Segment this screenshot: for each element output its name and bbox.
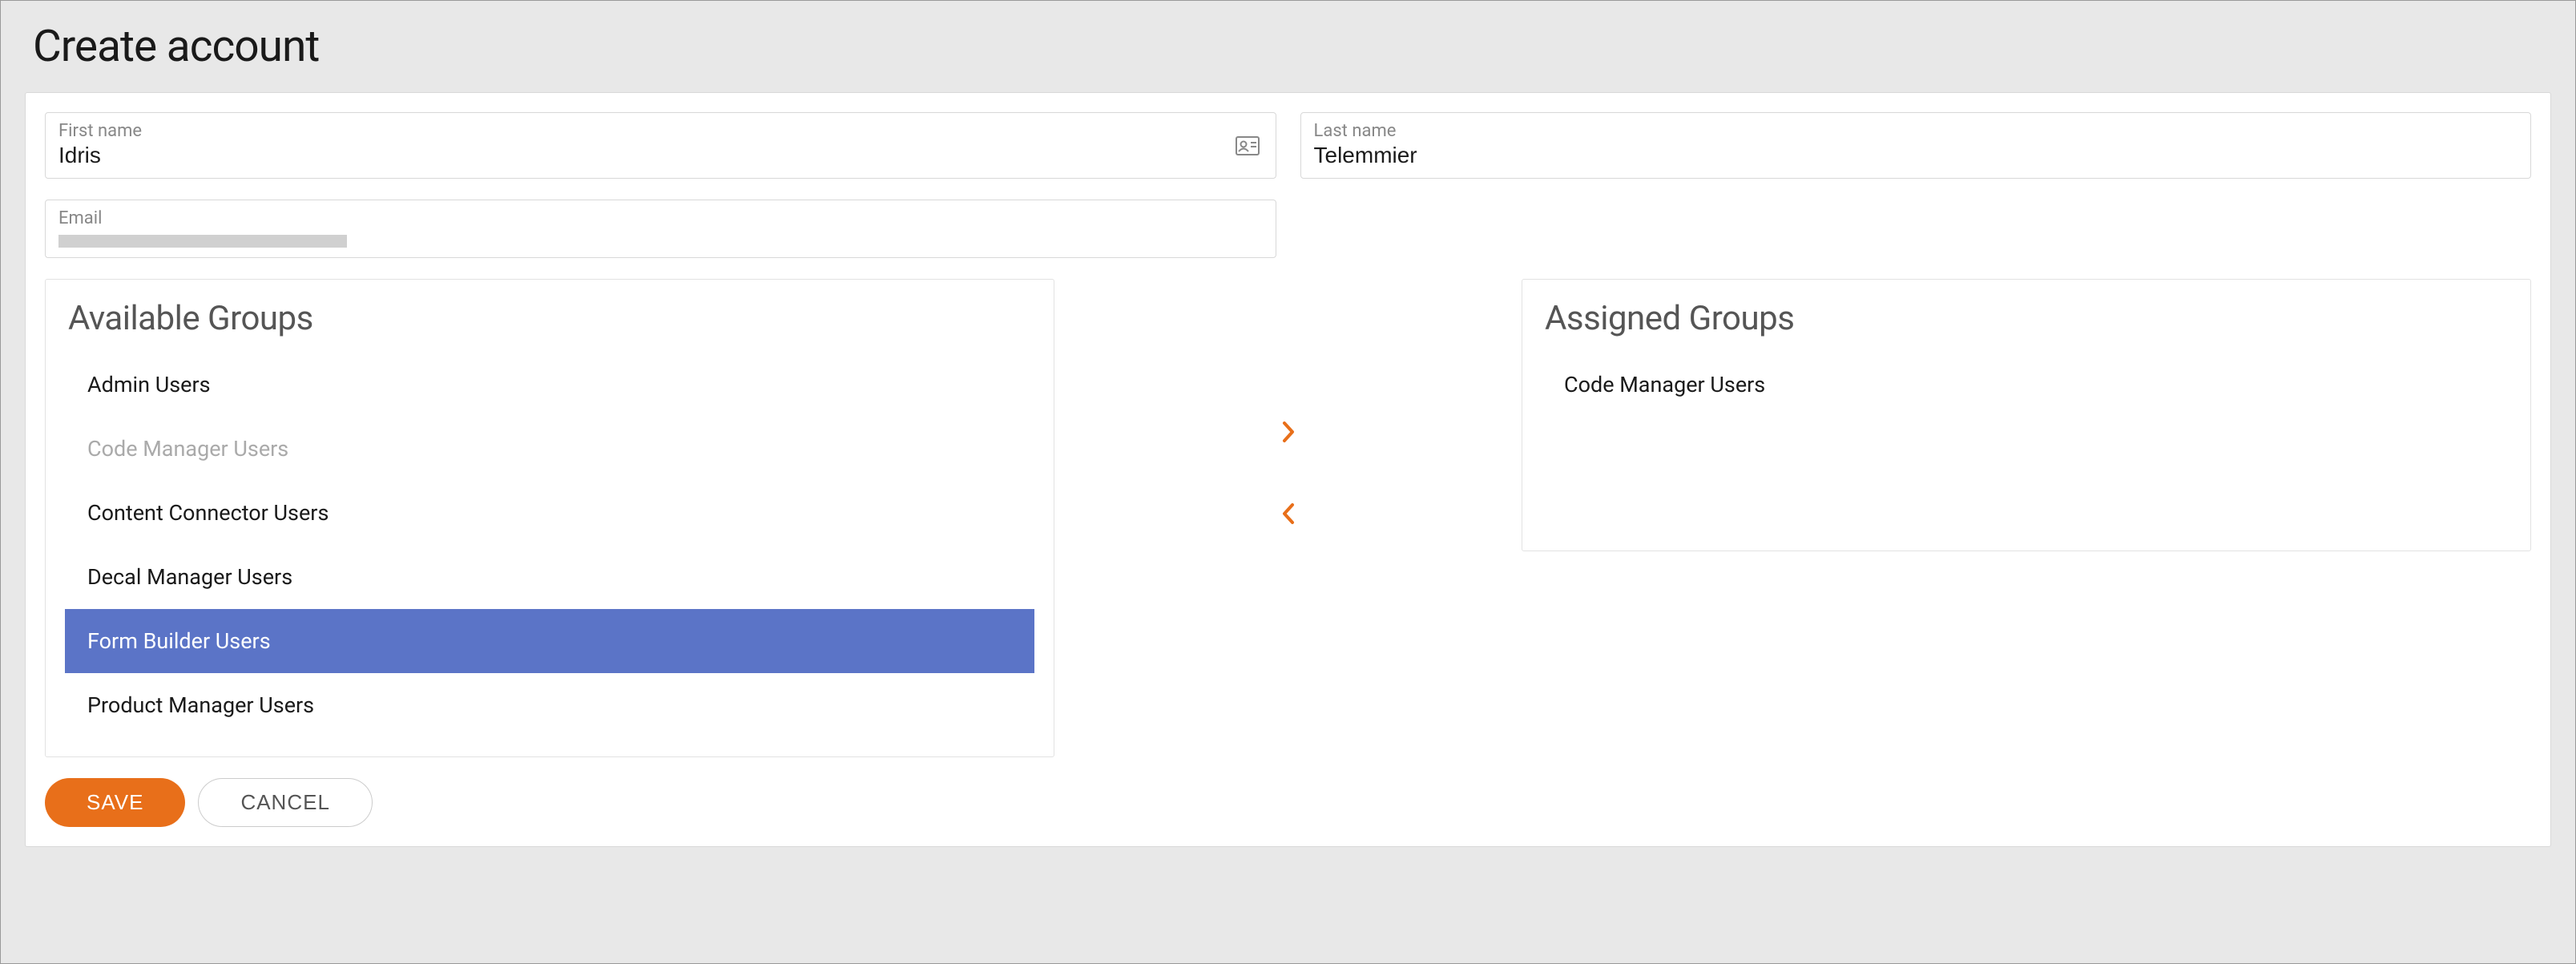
available-groups-box: Available Groups Admin UsersCode Manager… xyxy=(45,279,1054,757)
available-group-item[interactable]: Code Manager Users xyxy=(46,417,1054,481)
assigned-group-item[interactable]: Code Manager Users xyxy=(1522,353,2530,417)
email-field[interactable]: Email xyxy=(45,200,1276,258)
buttons-row: SAVE CANCEL xyxy=(45,778,2531,827)
chevron-right-icon xyxy=(1280,420,1297,444)
form-container: First name Last name E xyxy=(25,92,2551,847)
assigned-groups-title: Assigned Groups xyxy=(1522,299,2530,353)
groups-row: Available Groups Admin UsersCode Manager… xyxy=(45,279,2531,757)
email-row: Email xyxy=(45,200,2531,258)
save-button[interactable]: SAVE xyxy=(45,778,185,827)
available-group-item[interactable]: Form Builder Users xyxy=(65,609,1034,673)
transfer-controls xyxy=(1054,279,1522,530)
last-name-field[interactable]: Last name xyxy=(1300,112,2532,179)
first-name-field[interactable]: First name xyxy=(45,112,1276,179)
available-group-item[interactable]: Decal Manager Users xyxy=(46,545,1054,609)
cancel-button[interactable]: CANCEL xyxy=(198,778,372,827)
assigned-groups-box: Assigned Groups Code Manager Users xyxy=(1522,279,2531,551)
first-name-input[interactable] xyxy=(58,143,1263,168)
available-groups-title: Available Groups xyxy=(46,299,1054,353)
move-right-button[interactable] xyxy=(1275,415,1302,449)
available-groups-list: Admin UsersCode Manager UsersContent Con… xyxy=(46,353,1054,737)
move-left-button[interactable] xyxy=(1275,497,1302,530)
last-name-label: Last name xyxy=(1314,121,2518,141)
chevron-left-icon xyxy=(1280,502,1297,526)
create-account-panel: Create account First name Last name xyxy=(0,0,2576,964)
email-label: Email xyxy=(58,208,1263,228)
available-group-item[interactable]: Product Manager Users xyxy=(46,673,1054,737)
name-row: First name Last name xyxy=(45,112,2531,179)
available-group-item[interactable]: Admin Users xyxy=(46,353,1054,417)
assigned-groups-list: Code Manager Users xyxy=(1522,353,2530,417)
last-name-input[interactable] xyxy=(1314,143,2518,168)
first-name-label: First name xyxy=(58,121,1263,141)
available-group-item[interactable]: Content Connector Users xyxy=(46,481,1054,545)
page-title: Create account xyxy=(1,1,2575,92)
contact-card-icon xyxy=(1236,136,1260,155)
